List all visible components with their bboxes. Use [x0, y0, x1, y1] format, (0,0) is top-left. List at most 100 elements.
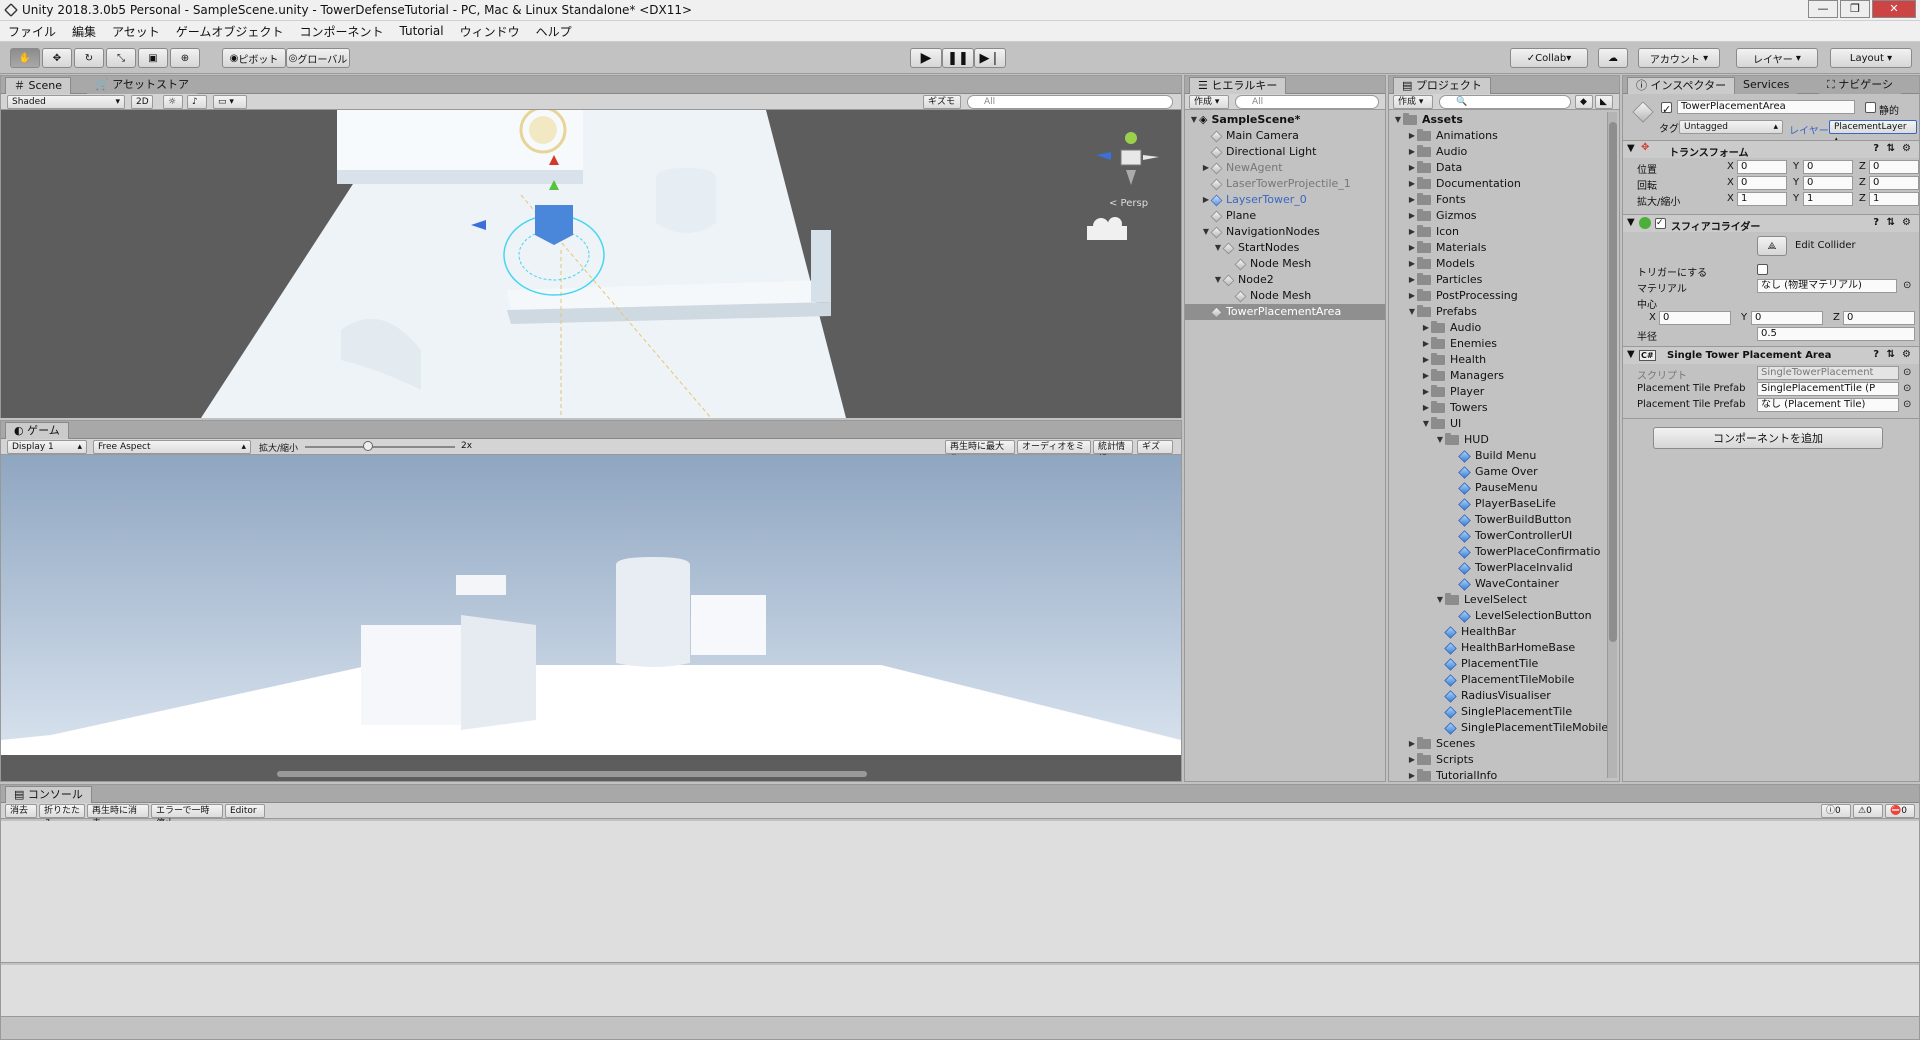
project-item[interactable]: PlacementTile [1435, 656, 1538, 672]
scene-root[interactable]: ▼ ◈ SampleScene* [1189, 112, 1300, 128]
help-icon[interactable]: ? [1873, 143, 1879, 154]
stats-toggle[interactable]: 統計情報 [1093, 440, 1133, 465]
lighting-toggle-icon[interactable]: ☼ [163, 95, 183, 109]
game-viewport[interactable] [1, 455, 1181, 781]
transform-x-field[interactable]: 0 [1737, 176, 1787, 190]
expand-arrow-icon[interactable]: ▶ [1421, 368, 1431, 384]
project-item[interactable]: ▶ TutorialInfo [1407, 768, 1497, 784]
collab-dropdown[interactable]: ✓ Collab ▾ [1510, 48, 1588, 68]
project-item[interactable]: Game Over [1449, 464, 1538, 480]
transform-z-field[interactable]: 1 [1869, 192, 1919, 206]
edit-collider-button[interactable]: ⟁ [1757, 236, 1787, 256]
tab-project[interactable]: ▤ プロジェクト [1393, 77, 1491, 94]
expand-arrow-icon[interactable]: ▶ [1407, 768, 1417, 784]
project-item[interactable]: ▶ Documentation [1407, 176, 1521, 192]
transform-z-field[interactable]: 0 [1869, 176, 1919, 190]
effects-dropdown-icon[interactable]: ▭ ▾ [213, 95, 247, 109]
project-item[interactable]: RadiusVisualiser [1435, 688, 1551, 704]
project-item[interactable]: ▶ Scripts [1407, 752, 1474, 768]
expand-arrow-icon[interactable]: ▼ [1435, 432, 1445, 448]
menu-assets[interactable]: アセット [104, 23, 168, 40]
expand-arrow-icon[interactable]: ▶ [1407, 176, 1417, 192]
expand-arrow-icon[interactable]: ▶ [1407, 128, 1417, 144]
hierarchy-item[interactable]: Directional Light [1185, 144, 1385, 160]
project-item[interactable]: PlayerBaseLife [1449, 496, 1556, 512]
console-detail-area[interactable] [1, 965, 1919, 1017]
project-item[interactable]: ▶ Icon [1407, 224, 1459, 240]
tab-hierarchy[interactable]: ☰ ヒエラルキー [1189, 77, 1287, 94]
tab-game[interactable]: ◐ ゲーム [5, 422, 69, 439]
transform-component-header[interactable]: ▼ ✥ トランスフォーム ? ⇅ ⚙ [1623, 140, 1919, 159]
filter-label-icon[interactable]: ◣ [1595, 95, 1613, 109]
material-field[interactable]: なし (物理マテリアル) [1757, 279, 1897, 293]
expand-arrow-icon[interactable]: ▶ [1407, 752, 1417, 768]
expand-arrow-icon[interactable]: ▶ [1407, 256, 1417, 272]
maximize-on-play-toggle[interactable]: 再生時に最大化 [945, 440, 1015, 465]
project-item[interactable]: TowerPlaceConfirmatio [1449, 544, 1600, 560]
expand-arrow-icon[interactable]: ▶ [1407, 208, 1417, 224]
menu-edit[interactable]: 編集 [64, 23, 104, 40]
expand-arrow-icon[interactable]: ▶ [1421, 320, 1431, 336]
maximize-button[interactable]: ❐ [1840, 0, 1870, 18]
assets-root[interactable]: ▼ Assets [1393, 112, 1463, 128]
transform-z-field[interactable]: 0 [1869, 160, 1919, 174]
expand-arrow-icon[interactable]: ▼ [1407, 304, 1417, 320]
project-item[interactable]: PauseMenu [1449, 480, 1538, 496]
transform-y-field[interactable]: 0 [1803, 176, 1853, 190]
mute-audio-toggle[interactable]: オーディオをミュート [1017, 440, 1091, 465]
preset-icon[interactable]: ⇅ [1887, 143, 1895, 154]
hierarchy-item[interactable]: Main Camera [1185, 128, 1385, 144]
project-item[interactable]: ▼ Prefabs [1407, 304, 1477, 320]
menu-component[interactable]: コンポーネント [291, 23, 391, 40]
settings-gear-icon[interactable]: ⚙ [1902, 217, 1911, 228]
settings-gear-icon[interactable]: ⚙ [1902, 143, 1911, 154]
expand-arrow-icon[interactable]: ▼ [1435, 592, 1445, 608]
aspect-dropdown[interactable]: Free Aspect ▴ [93, 440, 251, 454]
project-item[interactable]: LevelSelectionButton [1449, 608, 1592, 624]
console-clear-on-play-toggle[interactable]: 再生時に消去 [87, 804, 149, 829]
object-picker-icon[interactable]: ⊙ [1903, 280, 1911, 291]
hierarchy-item[interactable]: Plane [1185, 208, 1385, 224]
layers-dropdown[interactable]: レイヤー ▾ [1736, 48, 1818, 68]
project-item[interactable]: HealthBarHomeBase [1435, 640, 1575, 656]
console-collapse-toggle[interactable]: 折りたたみ [39, 804, 85, 829]
expand-arrow-icon[interactable]: ▼ [1421, 416, 1431, 432]
console-error-toggle[interactable]: ⛔0 [1885, 804, 1915, 818]
expand-arrow-icon[interactable]: ▶ [1407, 272, 1417, 288]
tab-inspector[interactable]: ⓘ インスペクター [1627, 77, 1736, 94]
project-item[interactable]: SinglePlacementTileMobile [1435, 720, 1608, 736]
project-item[interactable]: ▶ Animations [1407, 128, 1498, 144]
project-item[interactable]: WaveContainer [1449, 576, 1559, 592]
project-item[interactable]: ▶ Player [1421, 384, 1484, 400]
hand-tool-icon[interactable]: ✋ [10, 48, 40, 68]
prefab-mobile-picker-icon[interactable]: ⊙ [1903, 399, 1911, 410]
project-item[interactable]: ▶ PostProcessing [1407, 288, 1518, 304]
tab-console[interactable]: ▤ コンソール [5, 786, 92, 803]
center-y-field[interactable]: 0 [1751, 311, 1823, 325]
hierarchy-item[interactable]: ▼ NavigationNodes [1185, 224, 1385, 240]
persp-label[interactable]: < Persp [1109, 198, 1148, 209]
transform-x-field[interactable]: 1 [1737, 192, 1787, 206]
project-scrollbar[interactable] [1607, 112, 1617, 778]
project-item[interactable]: ▶ Enemies [1421, 336, 1497, 352]
layout-dropdown[interactable]: Layout ▾ [1830, 48, 1912, 68]
pivot-toggle-button[interactable]: ◉ ピボット [222, 48, 286, 68]
scene-gizmos-dropdown[interactable]: ギズモ ▾ [923, 95, 961, 120]
preset-icon[interactable]: ⇅ [1887, 349, 1895, 360]
project-item[interactable]: ▶ Models [1407, 256, 1475, 272]
project-item[interactable]: ▶ Particles [1407, 272, 1482, 288]
center-z-field[interactable]: 0 [1843, 311, 1915, 325]
scale-tool-icon[interactable]: ⤡ [106, 48, 136, 68]
preset-icon[interactable]: ⇅ [1887, 217, 1895, 228]
pause-button[interactable]: ❚❚ [942, 48, 974, 68]
project-item[interactable]: TowerControllerUI [1449, 528, 1572, 544]
sphere-collider-enabled-checkbox[interactable]: ✓ [1655, 218, 1666, 229]
expand-arrow-icon[interactable]: ▶ [1407, 224, 1417, 240]
project-item[interactable]: ▶ Health [1421, 352, 1486, 368]
tab-asset-store[interactable]: 🛒 アセットストア [87, 77, 197, 94]
project-item[interactable]: ▶ Data [1407, 160, 1462, 176]
placement-tile-prefab-mobile-field[interactable]: なし (Placement Tile) [1757, 398, 1899, 412]
tag-dropdown[interactable]: Untagged ▴ [1679, 120, 1783, 134]
global-toggle-button[interactable]: ◎ グローバル [286, 48, 350, 68]
center-x-field[interactable]: 0 [1659, 311, 1731, 325]
